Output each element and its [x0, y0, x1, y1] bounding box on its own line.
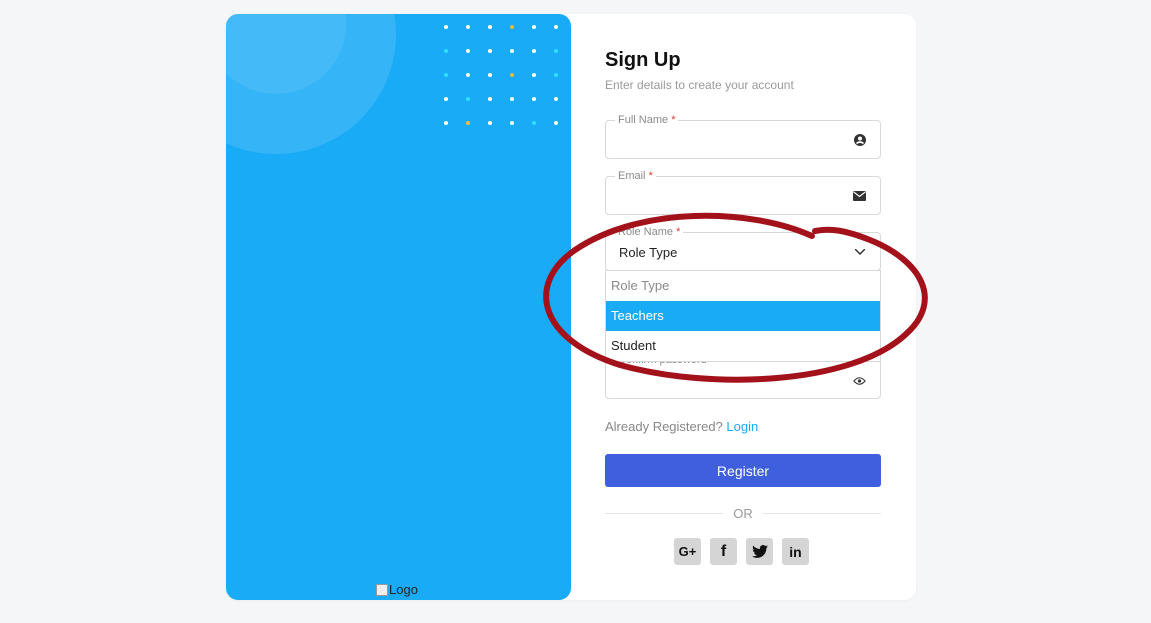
dropdown-option-teachers[interactable]: Teachers [606, 301, 880, 331]
login-link[interactable]: Login [726, 419, 758, 434]
full-name-label: Full Name * [615, 114, 679, 126]
role-select[interactable]: Role Name * Role Type [605, 226, 881, 271]
decorative-dot [532, 121, 536, 125]
role-select-value: Role Type [619, 245, 678, 260]
role-dropdown-menu: Role Type Teachers Student [605, 270, 881, 362]
divider-line-right [763, 513, 881, 514]
confirm-password-field[interactable]: Confirm password [605, 354, 881, 399]
decorative-dot [554, 25, 558, 29]
eye-icon[interactable] [853, 374, 866, 387]
decorative-dot [466, 25, 470, 29]
envelope-icon [853, 189, 866, 202]
decorative-dot [444, 97, 448, 101]
decorative-dot [466, 121, 470, 125]
decorative-dot [466, 73, 470, 77]
decorative-dot [488, 49, 492, 53]
dropdown-option-student[interactable]: Student [606, 331, 880, 361]
page-subtitle: Enter details to create your account [605, 78, 794, 92]
register-button[interactable]: Register [605, 454, 881, 487]
decorative-dot [444, 49, 448, 53]
decorative-dot [444, 121, 448, 125]
decorative-dot [488, 97, 492, 101]
decorative-dot [510, 73, 514, 77]
decorative-dot [554, 121, 558, 125]
decorative-dot [488, 73, 492, 77]
decorative-dot [510, 49, 514, 53]
decorative-dot [466, 97, 470, 101]
broken-image-icon [376, 583, 388, 596]
decorative-dot [554, 73, 558, 77]
decorative-dot [444, 73, 448, 77]
decorative-dot [488, 25, 492, 29]
decorative-dot [532, 25, 536, 29]
decorative-dot [532, 49, 536, 53]
already-registered-text: Already Registered? Login [605, 419, 759, 434]
twitter-icon [751, 545, 768, 558]
logo: Logo [376, 582, 418, 597]
signup-card: Logo Sign Up Enter details to create you… [226, 14, 916, 600]
decorative-dot [554, 97, 558, 101]
google-plus-button[interactable]: G+ [674, 538, 701, 565]
linkedin-button[interactable]: in [782, 538, 809, 565]
decorative-dot [510, 97, 514, 101]
decorative-dot [510, 25, 514, 29]
dropdown-option-placeholder[interactable]: Role Type [606, 271, 880, 301]
chevron-down-icon [853, 245, 866, 258]
facebook-button[interactable]: f [710, 538, 737, 565]
email-label: Email * [615, 170, 656, 182]
or-divider: OR [605, 506, 881, 521]
decorative-dot [466, 49, 470, 53]
twitter-button[interactable] [746, 538, 773, 565]
email-field[interactable]: Email * [605, 170, 881, 215]
user-circle-icon [853, 133, 866, 146]
decorative-dot [488, 121, 492, 125]
decorative-dot [444, 25, 448, 29]
decorative-dot [554, 49, 558, 53]
decorative-dot [510, 121, 514, 125]
social-login-row: G+ f in [674, 538, 809, 565]
logo-alt-text: Logo [389, 582, 418, 597]
decorative-dot [532, 97, 536, 101]
role-label: Role Name * [615, 226, 684, 238]
brand-panel: Logo [226, 14, 571, 600]
full-name-field[interactable]: Full Name * [605, 114, 881, 159]
decorative-dot [532, 73, 536, 77]
page-title: Sign Up [605, 49, 681, 71]
